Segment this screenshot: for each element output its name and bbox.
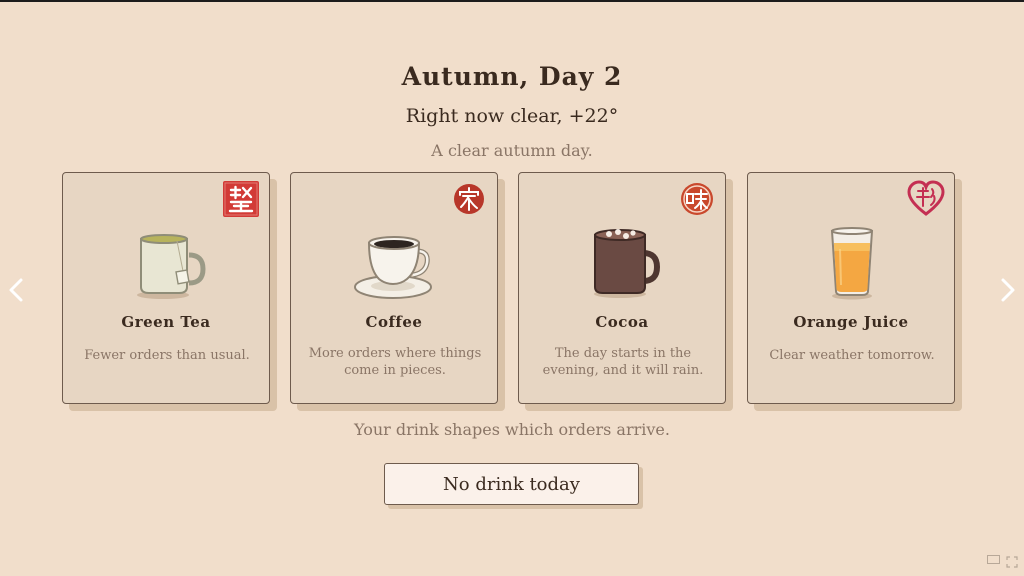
drink-card-coffee[interactable]: Coffee More orders where things come in … xyxy=(290,172,498,404)
chevron-right-icon xyxy=(1001,278,1015,302)
seal-stamp-icon xyxy=(221,179,261,219)
hint-text: Your drink shapes which orders arrive. xyxy=(354,420,670,439)
drink-name: Orange Juice xyxy=(793,313,909,331)
drink-card-green-tea[interactable]: Green Tea Fewer orders than usual. xyxy=(62,172,270,404)
cocoa-mug-icon xyxy=(573,225,673,301)
orange-juice-glass-icon xyxy=(802,225,902,301)
coffee-cup-icon xyxy=(345,225,445,301)
window-controls xyxy=(987,553,1018,572)
window-icon[interactable] xyxy=(987,555,1000,564)
fullscreen-icon[interactable] xyxy=(1006,553,1018,572)
top-border xyxy=(0,0,1024,2)
drink-card-orange-juice[interactable]: Orange Juice Clear weather tomorrow. xyxy=(747,172,955,404)
weather-status: Right now clear, +22° xyxy=(405,105,619,127)
page-title: Autumn, Day 2 xyxy=(401,62,623,91)
drink-effect: Fewer orders than usual. xyxy=(84,348,250,363)
drink-effect: Clear weather tomorrow. xyxy=(769,348,935,363)
no-drink-button[interactable]: No drink today xyxy=(384,463,639,505)
drink-name: Green Tea xyxy=(121,313,211,331)
drink-name: Cocoa xyxy=(595,313,649,331)
chevron-left-icon xyxy=(9,278,23,302)
next-button[interactable] xyxy=(994,272,1022,308)
drink-cards: Green Tea Fewer orders than usual. Coffe… xyxy=(62,172,962,412)
drink-card-cocoa[interactable]: Cocoa The day starts in the evening, and… xyxy=(518,172,726,404)
heart-stamp-icon xyxy=(906,179,946,219)
drink-effect: The day starts in the evening, and it wi… xyxy=(542,346,704,378)
drink-name: Coffee xyxy=(365,313,423,331)
drink-effect: More orders where things come in pieces. xyxy=(308,346,482,378)
green-tea-mug-icon xyxy=(117,225,217,301)
day-description: A clear autumn day. xyxy=(431,141,593,160)
house-stamp-icon xyxy=(449,179,489,219)
taste-stamp-icon xyxy=(677,179,717,219)
previous-button[interactable] xyxy=(2,272,30,308)
